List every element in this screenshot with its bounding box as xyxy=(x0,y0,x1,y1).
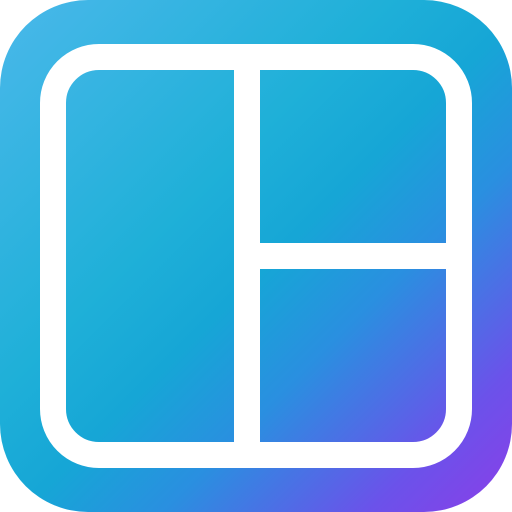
collage-layout-app-icon[interactable] xyxy=(0,0,512,512)
app-icon-canvas xyxy=(0,0,512,512)
